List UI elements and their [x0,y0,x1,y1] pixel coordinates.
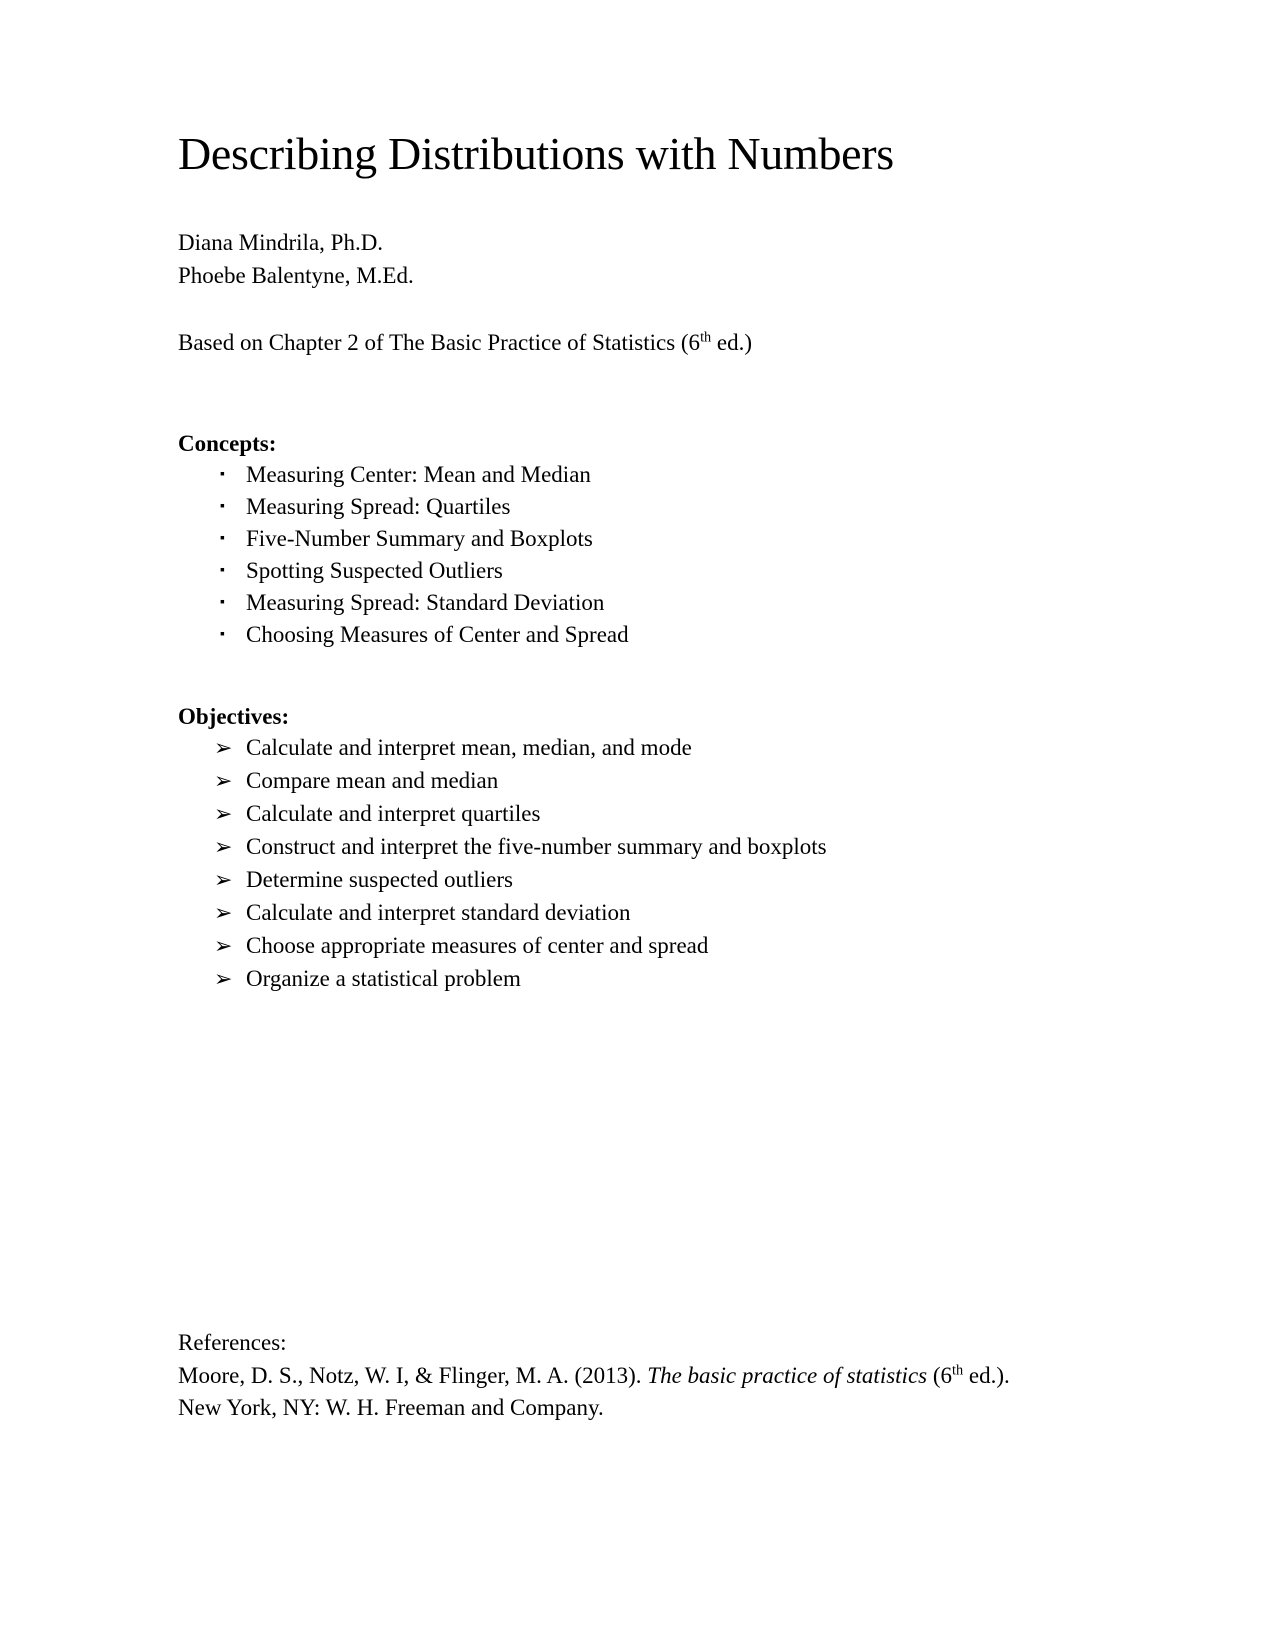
references-section: References: Moore, D. S., Notz, W. I, & … [178,1327,1018,1425]
arrow-bullet-icon: ➢ [214,736,233,762]
list-item: ▪ Measuring Center: Mean and Median [178,463,1038,486]
author-name-primary: Diana Mindrila, Ph.D. [178,229,384,255]
source-attribution-ordinal: th [700,329,712,346]
arrow-bullet-icon: ➢ [214,835,233,861]
reference-edition-ordinal: th [952,1362,964,1378]
author-name-secondary: Phoebe Balentyne, M.Ed. [178,262,414,288]
concept-item-label: Choosing Measures of Center and Spread [246,622,629,648]
document-page: Describing Distributions with Numbers Di… [0,0,1275,1650]
objective-item-label: Compare mean and median [246,768,499,794]
list-item: ➢ Construct and interpret the five-numbe… [178,835,1038,859]
page-title: Describing Distributions with Numbers [178,128,894,179]
concept-item-label: Measuring Spread: Standard Deviation [246,590,605,616]
concepts-heading: Concepts: [178,431,277,457]
list-item: ➢ Calculate and interpret standard devia… [178,901,1038,925]
objective-item-label: Determine suspected outliers [246,867,513,893]
list-item: ➢ Calculate and interpret quartiles [178,802,1038,826]
source-attribution: Based on Chapter 2 of The Basic Practice… [178,327,1038,359]
arrow-bullet-icon: ➢ [214,868,233,894]
objective-item-label: Calculate and interpret mean, median, an… [246,735,692,761]
square-bullet-icon: ▪ [220,531,225,547]
square-bullet-icon: ▪ [220,627,225,643]
concept-item-label: Spotting Suspected Outliers [246,558,503,584]
objective-item-label: Organize a statistical problem [246,966,521,992]
objectives-list: ➢ Calculate and interpret mean, median, … [178,736,1038,991]
reference-authors-year: Moore, D. S., Notz, W. I, & Flinger, M. … [178,1362,648,1388]
objective-item-label: Calculate and interpret quartiles [246,801,541,827]
list-item: ▪ Measuring Spread: Standard Deviation [178,591,1038,614]
arrow-bullet-icon: ➢ [214,802,233,828]
author-block: Diana Mindrila, Ph.D. Phoebe Balentyne, … [178,227,1038,292]
list-item: ▪ Choosing Measures of Center and Spread [178,623,1038,646]
source-attribution-prefix: Based on Chapter 2 of The Basic Practice… [178,330,701,356]
arrow-bullet-icon: ➢ [214,901,233,927]
square-bullet-icon: ▪ [220,563,225,579]
concept-item-label: Measuring Spread: Quartiles [246,494,511,520]
list-item: ▪ Five-Number Summary and Boxplots [178,527,1038,550]
document-body: Describing Distributions with Numbers Di… [178,128,1038,1000]
objective-item-label: Choose appropriate measures of center an… [246,933,709,959]
concepts-section: Concepts: ▪ Measuring Center: Mean and M… [178,431,1038,646]
square-bullet-icon: ▪ [220,467,225,483]
concept-item-label: Measuring Center: Mean and Median [246,462,591,488]
list-item: ➢ Compare mean and median [178,769,1038,793]
list-item: ➢ Organize a statistical problem [178,967,1038,991]
list-item: ▪ Spotting Suspected Outliers [178,559,1038,582]
objective-item-label: Calculate and interpret standard deviati… [246,900,631,926]
square-bullet-icon: ▪ [220,499,225,515]
list-item: ▪ Measuring Spread: Quartiles [178,495,1038,518]
reference-entry: Moore, D. S., Notz, W. I, & Flinger, M. … [178,1360,1018,1425]
concepts-list: ▪ Measuring Center: Mean and Median ▪ Me… [178,463,1038,646]
objectives-heading: Objectives: [178,704,290,730]
list-item: ➢ Determine suspected outliers [178,868,1038,892]
arrow-bullet-icon: ➢ [214,934,233,960]
arrow-bullet-icon: ➢ [214,769,233,795]
objective-item-label: Construct and interpret the five-number … [246,834,827,860]
reference-title: The basic practice of statistics [647,1362,928,1388]
reference-edition-open: (6 [927,1362,953,1388]
references-label: References: [178,1330,287,1355]
square-bullet-icon: ▪ [220,595,225,611]
objectives-section: Objectives: ➢ Calculate and interpret me… [178,704,1038,991]
list-item: ➢ Choose appropriate measures of center … [178,934,1038,958]
arrow-bullet-icon: ➢ [214,967,233,993]
source-attribution-suffix: ed.) [711,330,753,356]
list-item: ➢ Calculate and interpret mean, median, … [178,736,1038,760]
concept-item-label: Five-Number Summary and Boxplots [246,526,593,552]
